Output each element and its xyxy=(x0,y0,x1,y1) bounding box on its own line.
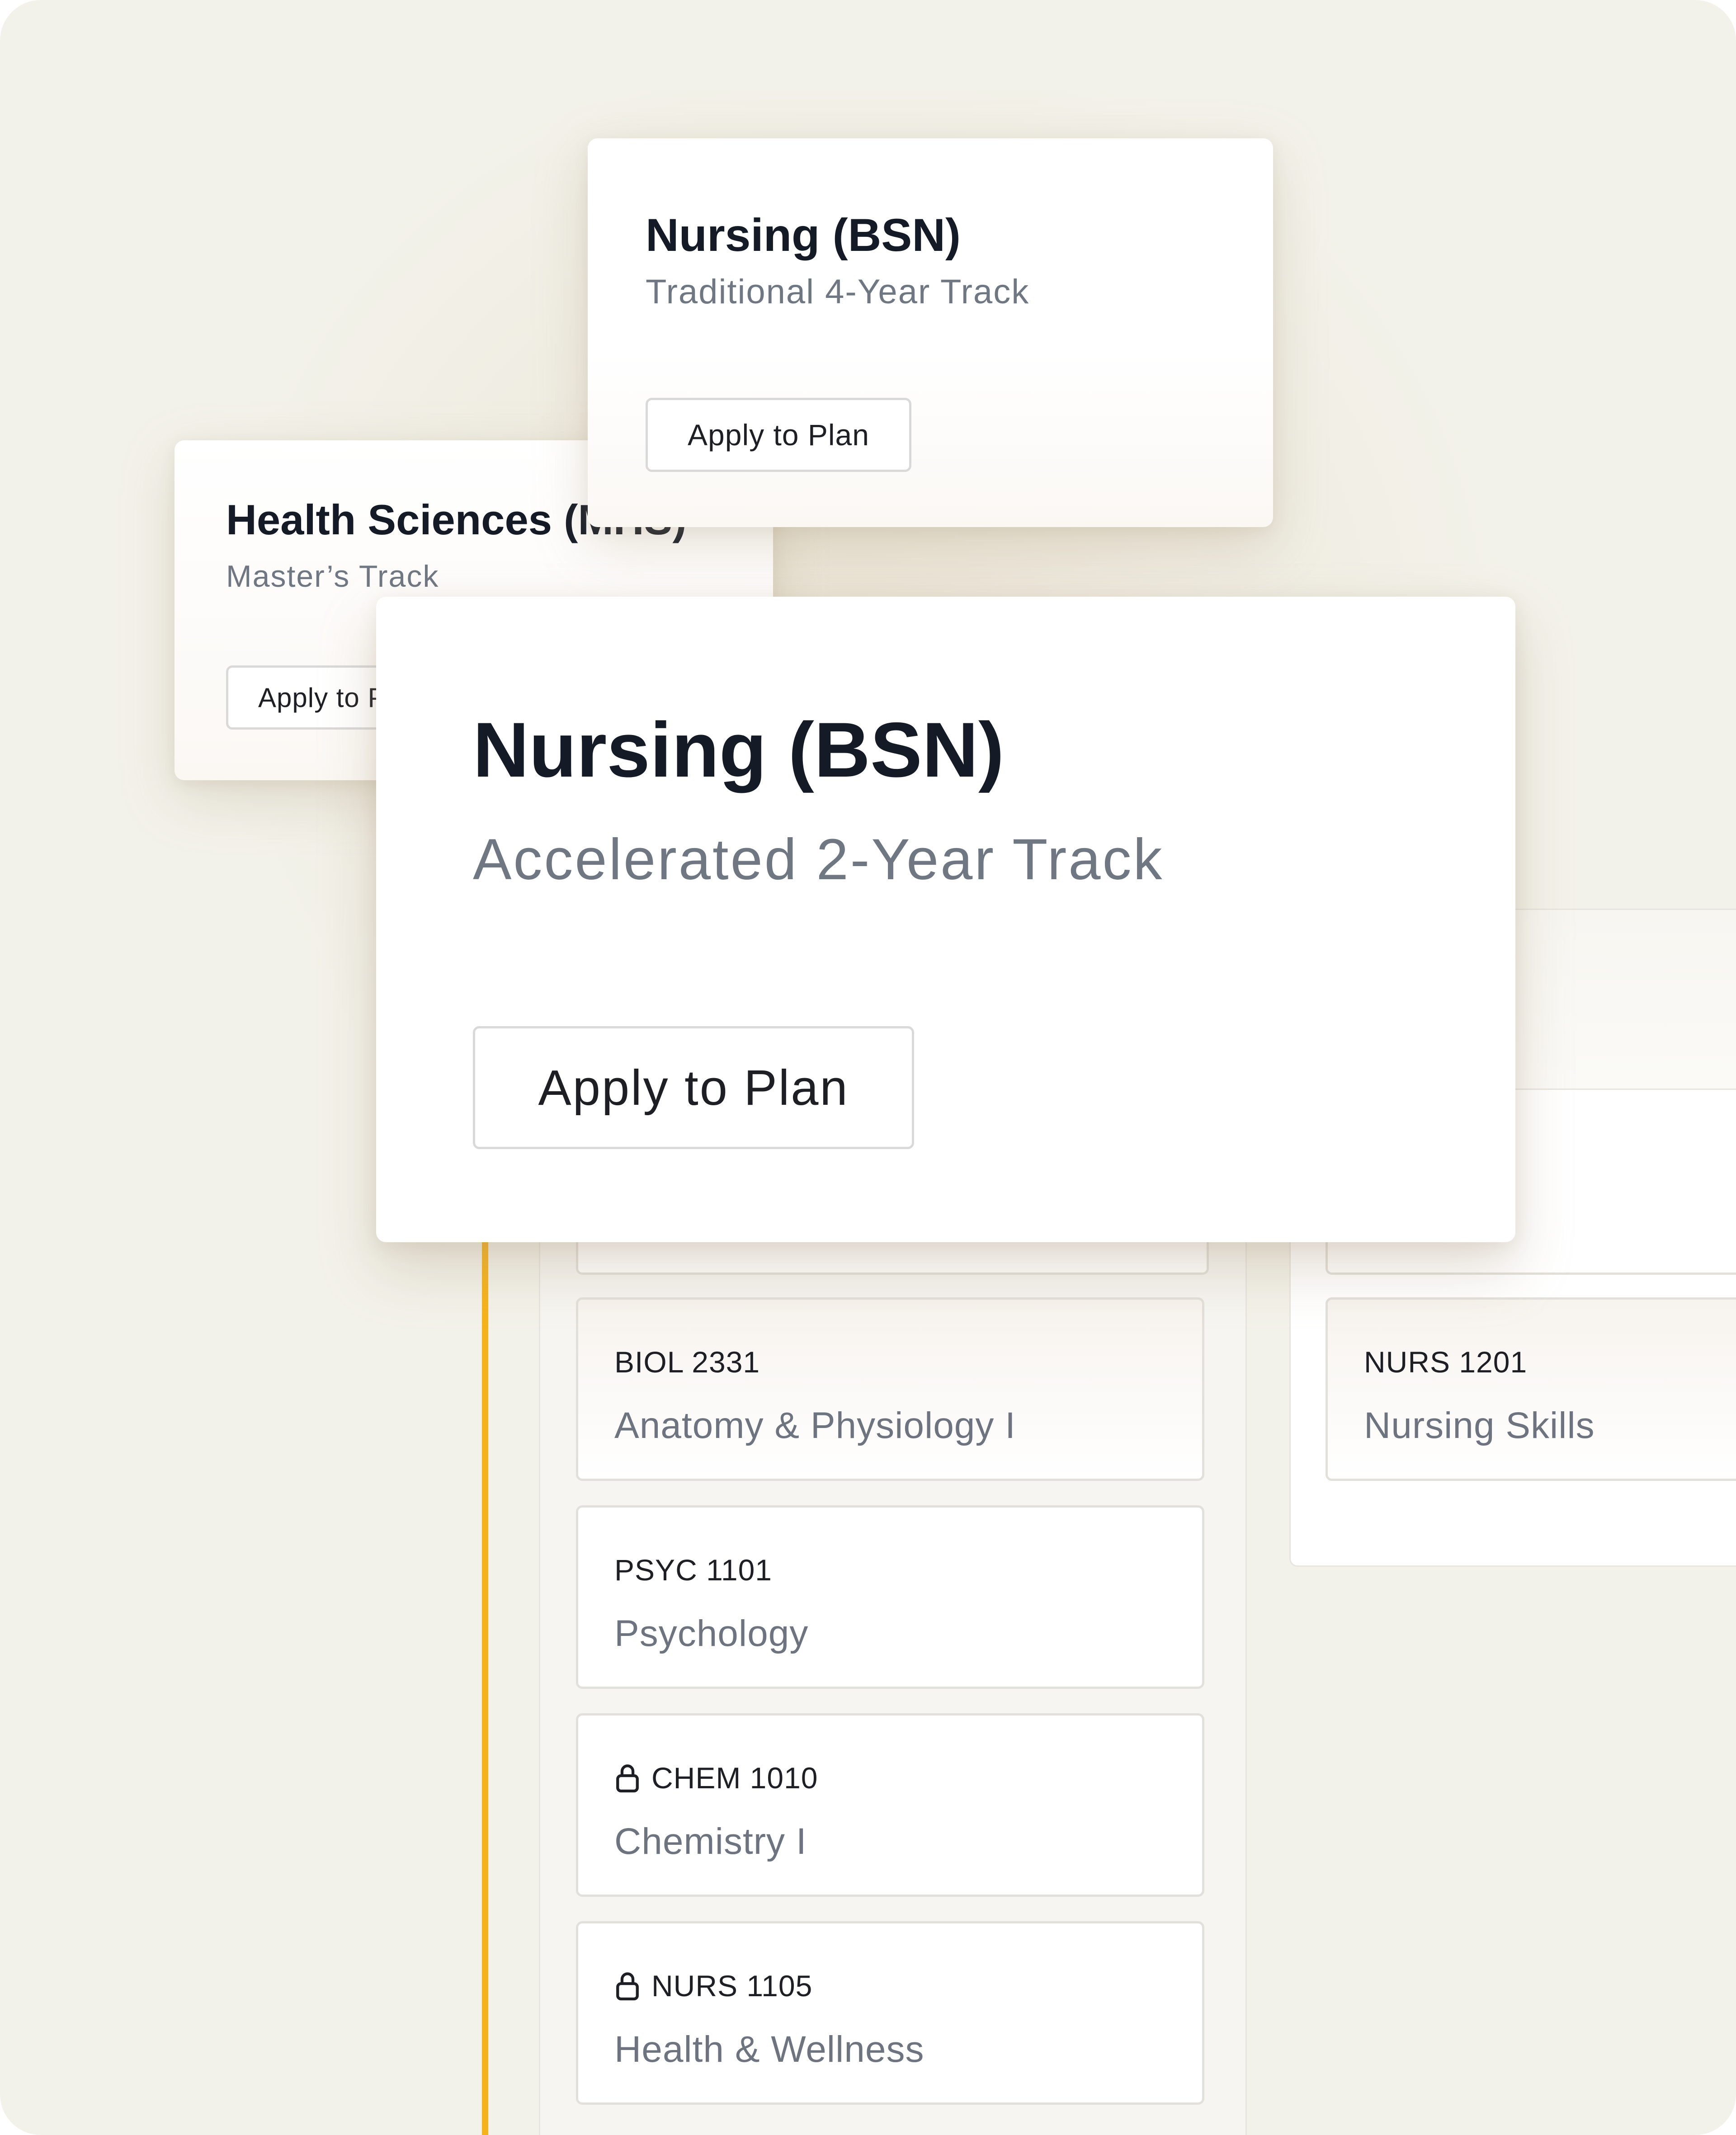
course-title: Anatomy & Physiology I xyxy=(614,1405,1016,1446)
course-title: Health & Wellness xyxy=(614,2029,925,2070)
course-card-nurs-1105[interactable]: NURS 1105 Health & Wellness xyxy=(576,1921,1204,2105)
program-card-nursing-accelerated[interactable]: Nursing (BSN) Accelerated 2-Year Track A… xyxy=(376,597,1515,1242)
lock-icon xyxy=(616,1764,639,1793)
course-title: Chemistry I xyxy=(614,1821,807,1862)
program-title: Nursing (BSN) xyxy=(473,707,1005,793)
course-code: BIOL 2331 xyxy=(614,1345,760,1379)
program-card-nursing-traditional[interactable]: Nursing (BSN) Traditional 4-Year Track A… xyxy=(588,138,1273,527)
course-card-nurs-1201[interactable]: NURS 1201 Nursing Skills xyxy=(1326,1297,1736,1481)
course-code: PSYC 1101 xyxy=(614,1553,772,1587)
course-code: NURS 1105 xyxy=(651,1969,813,2003)
canvas: BIOL 2331 Anatomy & Physiology I PSYC 11… xyxy=(0,0,1736,2135)
program-subtitle: Master’s Track xyxy=(226,559,439,594)
apply-to-plan-button[interactable]: Apply to Plan xyxy=(646,398,911,472)
course-card-chem-1010[interactable]: CHEM 1010 Chemistry I xyxy=(576,1713,1204,1897)
apply-to-plan-button[interactable]: Apply to Plan xyxy=(473,1026,914,1149)
column-accent-bar xyxy=(482,1221,488,2135)
course-card-psyc-1101[interactable]: PSYC 1101 Psychology xyxy=(576,1505,1204,1689)
course-code: CHEM 1010 xyxy=(651,1761,818,1795)
lock-icon xyxy=(616,1972,639,2001)
program-subtitle: Traditional 4-Year Track xyxy=(646,273,1030,311)
course-card-biol-2331[interactable]: BIOL 2331 Anatomy & Physiology I xyxy=(576,1297,1204,1481)
course-title: Psychology xyxy=(614,1613,809,1654)
course-code: NURS 1201 xyxy=(1364,1345,1528,1379)
course-title: Nursing Skills xyxy=(1364,1405,1595,1446)
program-title: Nursing (BSN) xyxy=(646,209,961,261)
program-subtitle: Accelerated 2-Year Track xyxy=(473,827,1164,892)
